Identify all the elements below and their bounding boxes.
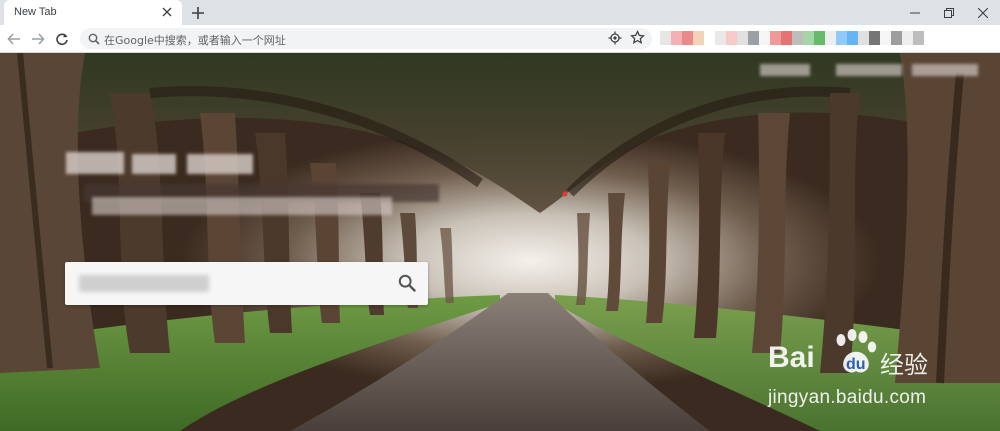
extension-icon[interactable]: [836, 31, 847, 45]
close-icon[interactable]: [158, 3, 176, 21]
extension-icon[interactable]: [913, 31, 924, 45]
browser-toolbar: 在Google中搜索，或者输入一个网址: [0, 25, 1000, 53]
extension-icon[interactable]: [682, 31, 693, 45]
extension-icon[interactable]: [759, 31, 770, 45]
extension-icon[interactable]: [671, 31, 682, 45]
minimize-icon[interactable]: [898, 0, 932, 25]
tab-new-tab[interactable]: New Tab: [4, 0, 182, 25]
plus-icon[interactable]: [188, 3, 208, 23]
omnibox[interactable]: 在Google中搜索，或者输入一个网址: [80, 28, 652, 49]
extension-icon[interactable]: [792, 31, 803, 45]
blurred-text: [187, 154, 253, 174]
extension-icon[interactable]: [770, 31, 781, 45]
watermark-brand-cn: 经验: [880, 351, 928, 379]
watermark-brand: Bai: [768, 341, 815, 374]
extension-icon[interactable]: [858, 31, 869, 45]
extension-icon[interactable]: [902, 31, 913, 45]
extension-icon[interactable]: [693, 31, 704, 45]
extension-icons-blurred: [660, 31, 1000, 45]
extension-icon[interactable]: [737, 31, 748, 45]
blurred-text: [912, 64, 978, 76]
location-icon[interactable]: [608, 31, 622, 50]
extension-icon[interactable]: [869, 31, 880, 45]
search-box[interactable]: [65, 262, 428, 305]
blurred-text: [66, 152, 124, 174]
extension-icon[interactable]: [704, 31, 715, 45]
extension-icon[interactable]: [660, 31, 671, 45]
extension-icon[interactable]: [803, 31, 814, 45]
svg-text:du: du: [846, 356, 866, 373]
baidu-jingyan-watermark: du Bai 经验: [768, 327, 948, 383]
window-close-icon[interactable]: [966, 0, 1000, 25]
blurred-text: [836, 64, 902, 76]
tab-title: New Tab: [14, 6, 57, 18]
extension-icon[interactable]: [847, 31, 858, 45]
extension-icon[interactable]: [726, 31, 737, 45]
extension-icon[interactable]: [715, 31, 726, 45]
search-input-blurred: [79, 275, 209, 292]
extension-icon[interactable]: [748, 31, 759, 45]
blurred-text: [760, 64, 810, 76]
watermark-site: jingyan.baidu.com: [768, 387, 927, 408]
star-icon[interactable]: [630, 30, 645, 50]
reload-icon[interactable]: [52, 29, 72, 49]
blurred-text: [132, 154, 176, 174]
search-icon[interactable]: [398, 274, 416, 297]
arrow-right-icon[interactable]: [28, 29, 48, 49]
extension-icon[interactable]: [814, 31, 825, 45]
extension-icon[interactable]: [781, 31, 792, 45]
search-icon: [88, 32, 100, 50]
restore-icon[interactable]: [932, 0, 966, 25]
extension-icon[interactable]: [880, 31, 891, 45]
extension-icon[interactable]: [891, 31, 902, 45]
tab-strip: New Tab: [0, 0, 1000, 25]
extension-icon[interactable]: [825, 31, 836, 45]
arrow-left-icon[interactable]: [4, 29, 24, 49]
omnibox-placeholder: 在Google中搜索，或者输入一个网址: [104, 34, 286, 47]
blurred-text: [92, 197, 392, 215]
